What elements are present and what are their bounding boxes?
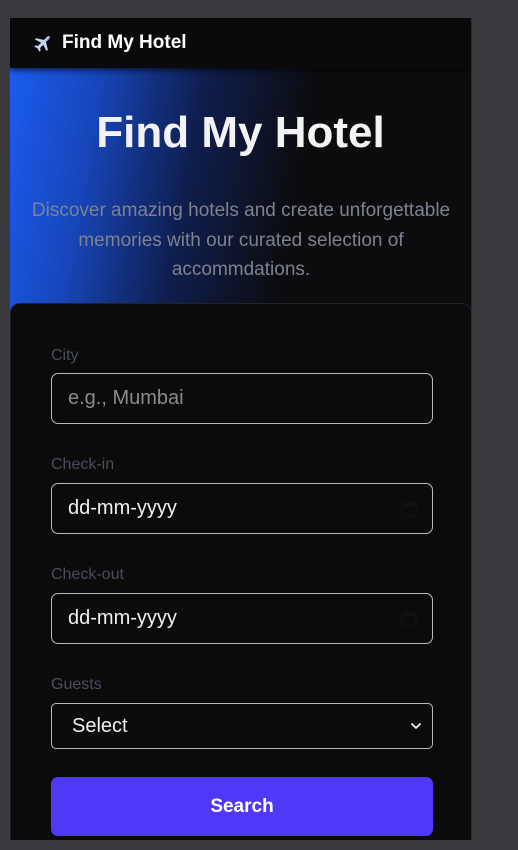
- checkin-label: Check-in: [51, 456, 115, 473]
- airplane-icon: [32, 32, 54, 54]
- checkin-value: dd-mm-yyyy: [68, 497, 177, 519]
- guests-select[interactable]: Select: [51, 703, 433, 749]
- city-label: City: [51, 347, 79, 364]
- chevron-down-icon: [410, 720, 422, 732]
- checkout-value: dd-mm-yyyy: [68, 607, 177, 629]
- hero-title: Find My Hotel: [96, 108, 385, 157]
- city-input[interactable]: e.g., Mumbai: [51, 373, 433, 424]
- calendar-icon[interactable]: [400, 500, 418, 518]
- search-button[interactable]: Search: [51, 777, 433, 836]
- app-viewport: Find My Hotel Find My Hotel Discover ama…: [10, 18, 472, 840]
- guests-selected-value: Select: [72, 714, 128, 737]
- guests-label: Guests: [51, 676, 102, 693]
- navbar: Find My Hotel: [10, 18, 471, 68]
- checkout-date-input[interactable]: dd-mm-yyyy: [51, 593, 433, 644]
- checkout-label: Check-out: [51, 566, 124, 583]
- city-placeholder: e.g., Mumbai: [68, 387, 184, 409]
- hero-subtitle: Discover amazing hotels and create unfor…: [31, 200, 451, 280]
- brand-title[interactable]: Find My Hotel: [62, 32, 187, 54]
- calendar-icon[interactable]: [400, 610, 418, 628]
- search-form-card: City e.g., Mumbai Check-in dd-mm-yyyy Ch…: [10, 303, 471, 840]
- checkin-date-input[interactable]: dd-mm-yyyy: [51, 483, 433, 534]
